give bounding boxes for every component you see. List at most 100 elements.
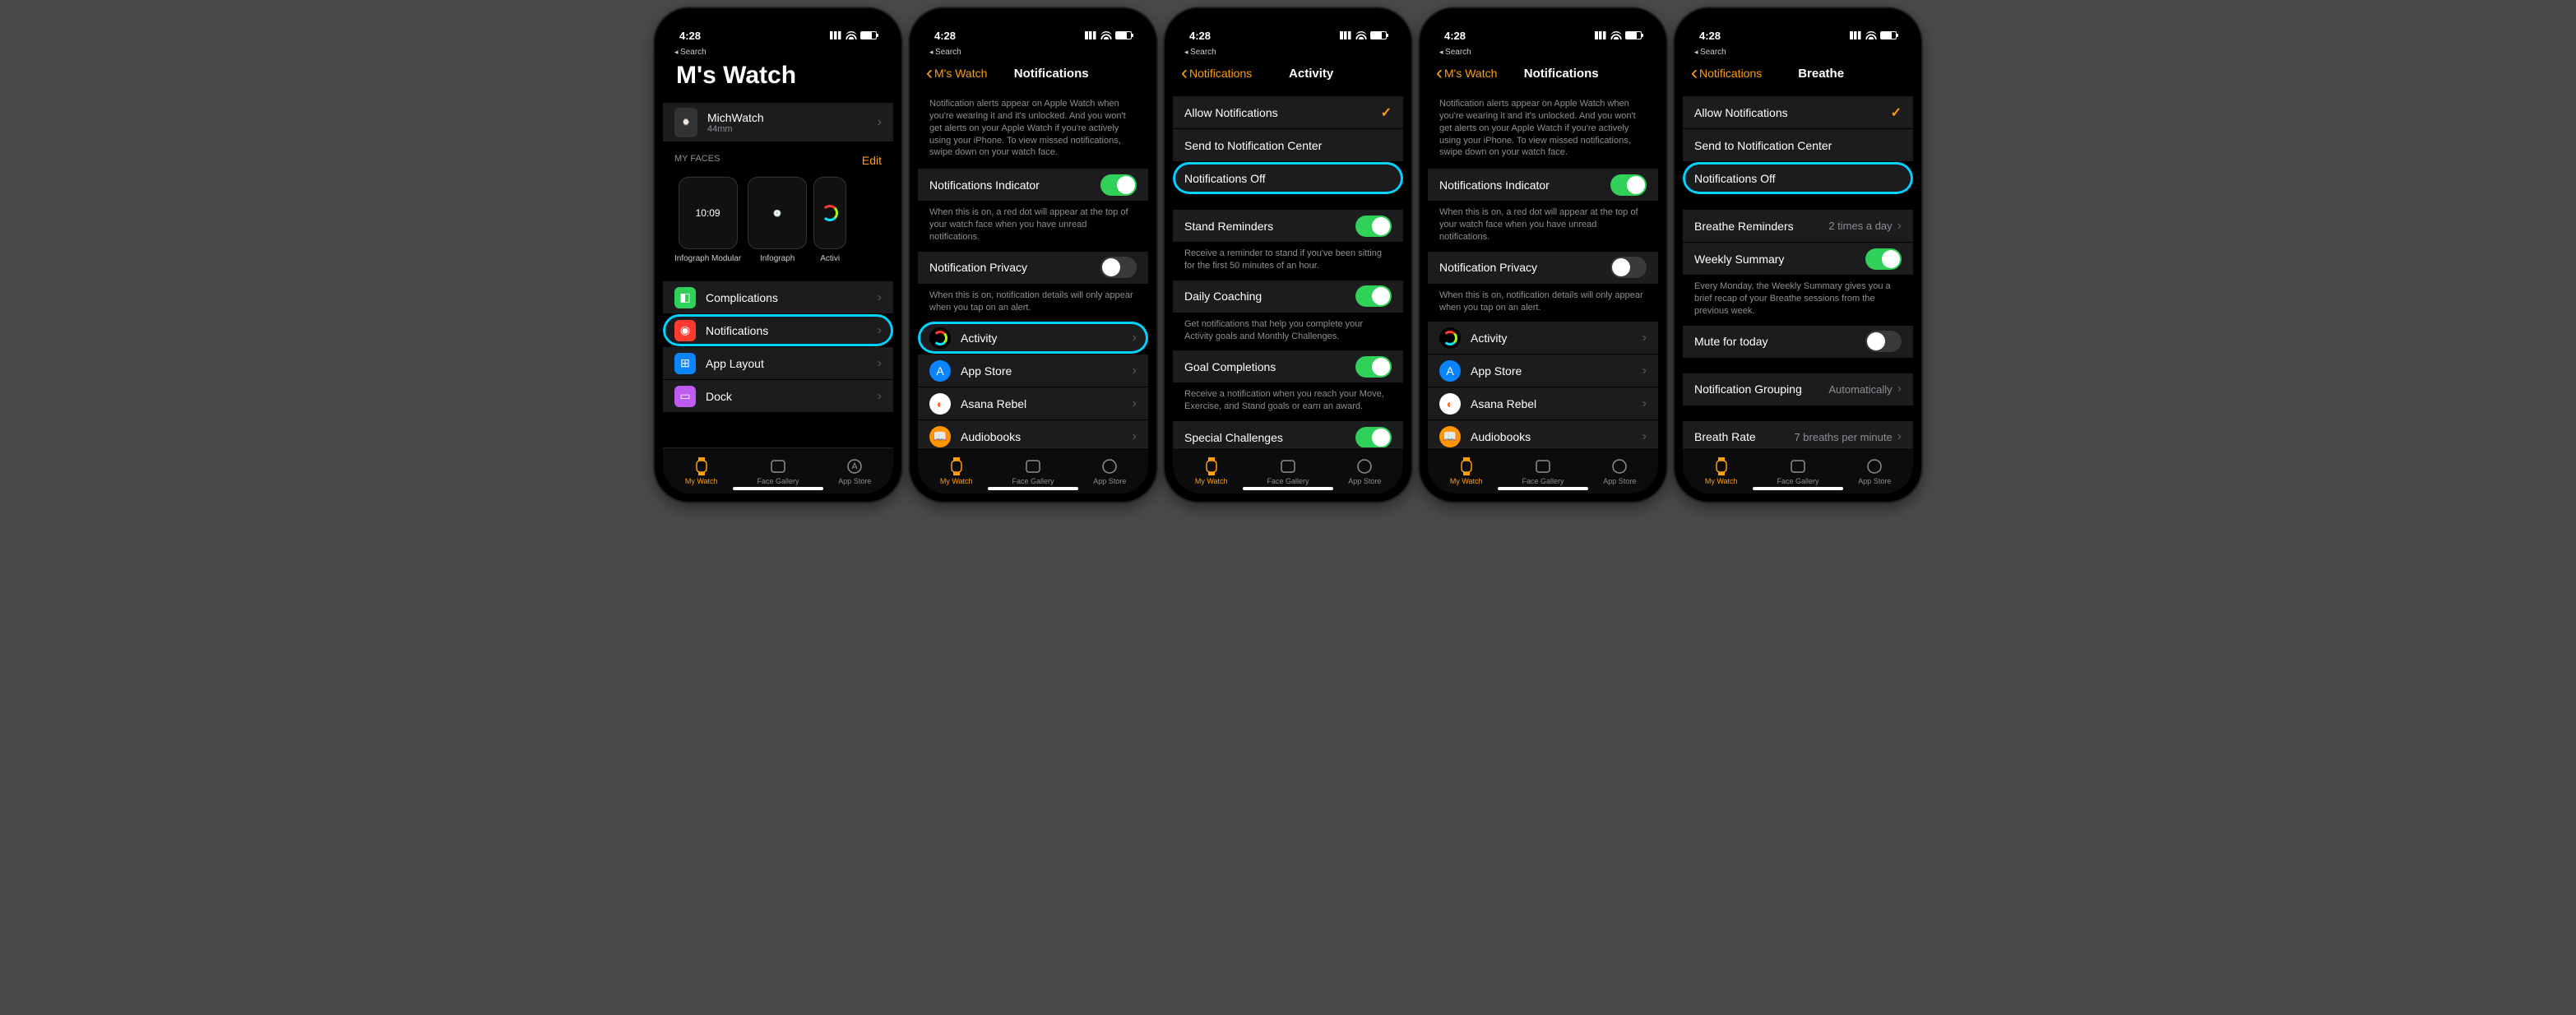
- row-notification-grouping[interactable]: Notification Grouping Automatically: [1683, 373, 1913, 406]
- toggle-stand[interactable]: [1355, 216, 1392, 237]
- battery-icon: [1625, 31, 1642, 39]
- back-to-search[interactable]: Search: [1683, 48, 1913, 57]
- row-app-appstore[interactable]: A App Store: [918, 355, 1148, 387]
- row-weekly-summary[interactable]: Weekly Summary: [1683, 243, 1913, 276]
- row-app-activity[interactable]: Activity: [1428, 322, 1658, 355]
- tab-my-watch[interactable]: My Watch: [663, 448, 739, 494]
- edit-faces-button[interactable]: Edit: [862, 154, 882, 167]
- toggle-special[interactable]: [1355, 427, 1392, 447]
- toggle-privacy[interactable]: [1100, 257, 1137, 278]
- row-daily-coaching[interactable]: Daily Coaching: [1173, 280, 1403, 313]
- appstore-icon: [1100, 457, 1119, 475]
- toggle-indicator[interactable]: [1100, 174, 1137, 196]
- tab-app-store[interactable]: App Store: [1327, 448, 1403, 494]
- notch: [1485, 8, 1601, 30]
- watch-size: 44mm: [707, 124, 878, 134]
- row-special-challenges[interactable]: Special Challenges: [1173, 421, 1403, 447]
- wifi-icon: [1610, 31, 1622, 39]
- row-complications[interactable]: ◧ Complications: [663, 281, 893, 314]
- audiobooks-icon: 📖: [929, 426, 951, 447]
- row-app-asana[interactable]: ◐ Asana Rebel: [1428, 387, 1658, 420]
- gallery-icon: [1279, 457, 1297, 475]
- row-breath-rate[interactable]: Breath Rate 7 breaths per minute: [1683, 421, 1913, 447]
- notch: [1740, 8, 1856, 30]
- watch-thumbnail: ⌚: [674, 108, 697, 137]
- notch: [1230, 8, 1346, 30]
- signal-icon: [1850, 31, 1862, 39]
- row-notifications-indicator[interactable]: Notifications Indicator: [1428, 169, 1658, 202]
- notch: [975, 8, 1091, 30]
- toggle-mute[interactable]: [1865, 331, 1902, 352]
- tab-my-watch[interactable]: My Watch: [1173, 448, 1249, 494]
- watch-icon: [693, 457, 711, 475]
- row-notification-privacy[interactable]: Notification Privacy: [918, 252, 1148, 285]
- row-app-layout[interactable]: ⊞ App Layout: [663, 347, 893, 380]
- signal-icon: [830, 31, 842, 39]
- row-notifications[interactable]: ◉ Notifications: [663, 314, 893, 347]
- wifi-icon: [1865, 31, 1877, 39]
- row-send-notification-center[interactable]: Send to Notification Center: [1683, 129, 1913, 162]
- home-indicator[interactable]: [988, 487, 1078, 490]
- chevron-right-icon: [878, 115, 882, 130]
- tab-my-watch[interactable]: My Watch: [918, 448, 994, 494]
- row-notifications-off[interactable]: Notifications Off: [1173, 162, 1403, 195]
- chevron-right-icon: [1133, 429, 1137, 444]
- toggle-privacy[interactable]: [1610, 257, 1647, 278]
- tab-app-store[interactable]: App Store: [1582, 448, 1658, 494]
- paired-watch-row[interactable]: ⌚ MichWatch 44mm: [663, 103, 893, 142]
- chevron-right-icon: [1642, 396, 1647, 411]
- row-allow-notifications[interactable]: Allow Notifications: [1173, 96, 1403, 129]
- appstore-icon: [1610, 457, 1629, 475]
- row-app-asana[interactable]: ◐ Asana Rebel: [918, 387, 1148, 420]
- home-indicator[interactable]: [733, 487, 823, 490]
- back-to-search[interactable]: Search: [663, 48, 893, 57]
- row-app-audiobooks[interactable]: 📖 Audiobooks: [1428, 420, 1658, 447]
- back-to-search[interactable]: Search: [918, 48, 1148, 57]
- intro-text: Notification alerts appear on Apple Watc…: [1428, 90, 1658, 169]
- toggle-goal[interactable]: [1355, 356, 1392, 378]
- clock: 4:28: [1699, 30, 1721, 42]
- asana-icon: ◐: [929, 393, 951, 415]
- home-indicator[interactable]: [1243, 487, 1333, 490]
- tab-my-watch[interactable]: My Watch: [1428, 448, 1504, 494]
- face-infograph[interactable]: 🕙 Infograph: [748, 177, 807, 263]
- toggle-weekly[interactable]: [1865, 248, 1902, 270]
- row-notifications-off[interactable]: Notifications Off: [1683, 162, 1913, 195]
- phone-4: 4:28 Search M's Watch Notifications Noti…: [1420, 8, 1666, 502]
- chevron-right-icon: [1642, 331, 1647, 345]
- row-app-activity[interactable]: Activity: [918, 322, 1148, 355]
- appstore-icon: [1355, 457, 1374, 475]
- row-goal-completions[interactable]: Goal Completions: [1173, 350, 1403, 383]
- row-notification-privacy[interactable]: Notification Privacy: [1428, 252, 1658, 285]
- face-activity[interactable]: Activi: [813, 177, 846, 263]
- phone-2: 4:28 Search M's Watch Notifications Noti…: [910, 8, 1156, 502]
- tab-app-store[interactable]: App Store: [817, 448, 893, 494]
- toggle-indicator[interactable]: [1610, 174, 1647, 196]
- row-dock[interactable]: ▭ Dock: [663, 380, 893, 413]
- back-to-search[interactable]: Search: [1428, 48, 1658, 57]
- complications-icon: ◧: [674, 287, 696, 308]
- battery-icon: [1115, 31, 1132, 39]
- app-layout-icon: ⊞: [674, 353, 696, 374]
- row-mute-today[interactable]: Mute for today: [1683, 326, 1913, 359]
- tab-my-watch[interactable]: My Watch: [1683, 448, 1759, 494]
- wifi-icon: [846, 31, 857, 39]
- face-infograph-modular[interactable]: 10:09 Infograph Modular: [674, 177, 741, 263]
- back-to-search[interactable]: Search: [1173, 48, 1403, 57]
- chevron-right-icon: [878, 356, 882, 371]
- watch-icon: [1712, 457, 1730, 475]
- row-breathe-reminders[interactable]: Breathe Reminders 2 times a day: [1683, 210, 1913, 243]
- tab-app-store[interactable]: App Store: [1837, 448, 1913, 494]
- row-send-notification-center[interactable]: Send to Notification Center: [1173, 129, 1403, 162]
- row-app-appstore[interactable]: A App Store: [1428, 355, 1658, 387]
- home-indicator[interactable]: [1498, 487, 1588, 490]
- watch-faces-row[interactable]: 10:09 Infograph Modular 🕙 Infograph Acti…: [663, 170, 893, 270]
- row-app-audiobooks[interactable]: 📖 Audiobooks: [918, 420, 1148, 447]
- row-allow-notifications[interactable]: Allow Notifications: [1683, 96, 1913, 129]
- toggle-coaching[interactable]: [1355, 285, 1392, 307]
- row-stand-reminders[interactable]: Stand Reminders: [1173, 210, 1403, 243]
- notch: [720, 8, 836, 30]
- tab-app-store[interactable]: App Store: [1072, 448, 1148, 494]
- row-notifications-indicator[interactable]: Notifications Indicator: [918, 169, 1148, 202]
- home-indicator[interactable]: [1753, 487, 1843, 490]
